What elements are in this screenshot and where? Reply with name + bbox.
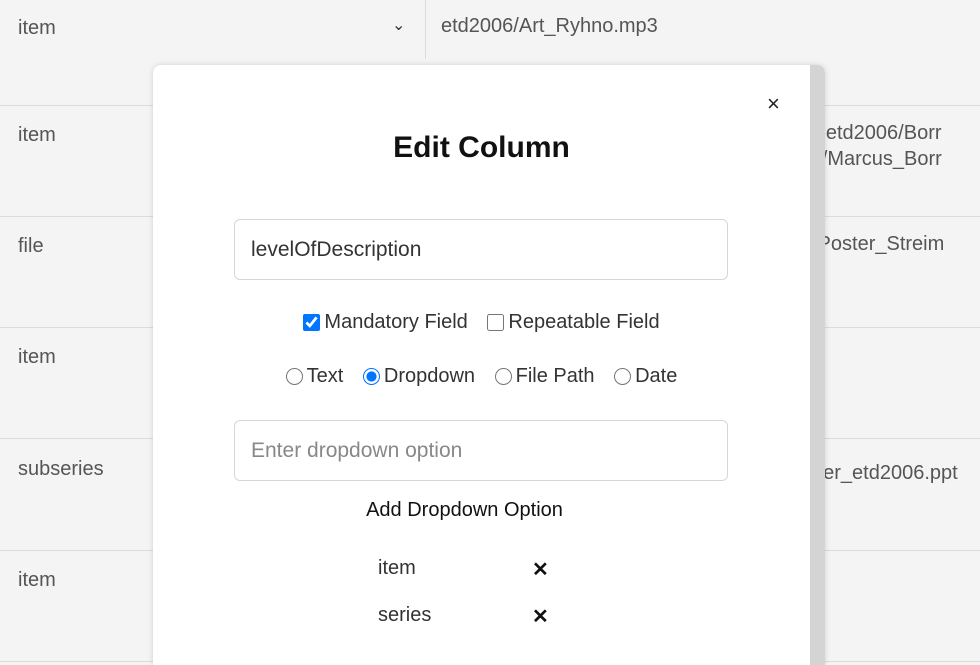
type-radio-date[interactable]: Date (614, 365, 677, 388)
dropdown-option-input[interactable] (234, 420, 728, 481)
modal-title: Edit Column (393, 131, 570, 164)
radio-file-path[interactable] (494, 368, 512, 385)
chevron-down-icon[interactable]: ⌄ (392, 15, 405, 35)
level-cell: item (18, 124, 56, 146)
remove-option-icon[interactable]: ✕ (532, 604, 549, 629)
level-cell: file (18, 235, 44, 257)
remove-option-icon[interactable]: ✕ (532, 557, 549, 582)
option-item: item (378, 557, 416, 579)
field-flags: Mandatory Field Repeatable Field (153, 311, 810, 337)
close-icon[interactable]: × (767, 91, 780, 117)
radio-label: File Path (515, 365, 595, 387)
radio-text[interactable] (285, 368, 303, 385)
level-cell: item (18, 17, 56, 39)
repeatable-label: Repeatable Field (508, 311, 660, 333)
add-dropdown-option-button[interactable]: Add Dropdown Option (153, 499, 776, 522)
radio-label: Date (635, 365, 678, 387)
radio-label: Text (306, 365, 344, 387)
repeatable-checkbox[interactable] (487, 314, 505, 331)
file-cell: ber_etd2006.ppt (812, 462, 958, 484)
repeatable-field-checkbox[interactable]: Repeatable Field (487, 311, 660, 334)
mandatory-field-checkbox[interactable]: Mandatory Field (303, 311, 468, 334)
type-radio-file-path[interactable]: File Path (494, 365, 595, 388)
column-name-input[interactable] (234, 219, 728, 280)
file-cell: etd2006/Art_Ryhno.mp3 (441, 15, 658, 37)
radio-label: Dropdown (383, 365, 476, 387)
level-cell: subseries (18, 458, 104, 480)
edit-column-modal: × Edit Column Mandatory Field Repeatable… (153, 65, 825, 665)
radio-date[interactable] (614, 368, 632, 385)
type-radio-dropdown[interactable]: Dropdown (362, 365, 476, 388)
mandatory-checkbox[interactable] (303, 314, 321, 331)
column-divider (425, 0, 426, 59)
level-cell: item (18, 346, 56, 368)
modal-scrollbar[interactable] (810, 65, 825, 665)
mandatory-label: Mandatory Field (324, 311, 468, 333)
file-cell: ̸/Poster_Streim (812, 233, 945, 255)
type-radio-text[interactable]: Text (285, 365, 344, 388)
option-item: series (378, 604, 432, 626)
radio-dropdown[interactable] (362, 368, 380, 385)
level-cell: item (18, 569, 56, 591)
column-type-group: Text Dropdown File Path Date (153, 365, 810, 391)
